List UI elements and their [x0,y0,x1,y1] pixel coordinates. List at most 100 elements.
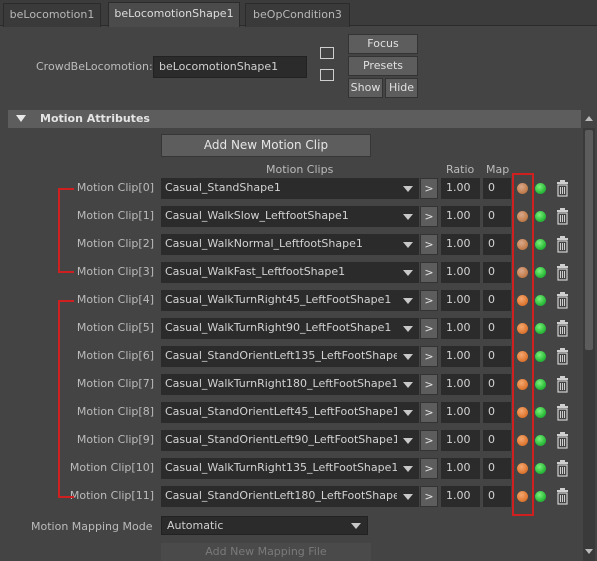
ratio-field[interactable]: 1.00 [441,402,480,423]
scroll-up-arrow[interactable] [583,112,595,126]
map-field[interactable]: 0 [483,206,511,227]
ratio-field[interactable]: 1.00 [441,178,480,199]
map-field[interactable]: 0 [483,374,511,395]
trash-icon[interactable] [556,404,569,421]
trash-icon[interactable] [556,488,569,505]
clip-dropdown-arrow[interactable] [397,234,419,255]
scrollbar-thumb[interactable] [585,130,593,350]
map-field[interactable]: 0 [483,178,511,199]
trash-icon[interactable] [556,236,569,253]
green-status-icon[interactable] [535,267,546,278]
collapse-triangle-icon[interactable] [16,115,26,122]
clip-open-button[interactable]: > [420,206,438,227]
clip-dropdown-arrow[interactable] [397,458,419,479]
green-status-icon[interactable] [535,407,546,418]
clip-select[interactable]: Casual_WalkTurnRight180_LeftFootShape1 [161,374,397,395]
focus-button[interactable]: Focus [348,34,418,54]
scroll-down-arrow[interactable] [583,545,595,559]
green-status-icon[interactable] [535,351,546,362]
clip-open-button[interactable]: > [420,234,438,255]
clip-dropdown-arrow[interactable] [397,402,419,423]
ratio-field[interactable]: 1.00 [441,234,480,255]
ratio-field[interactable]: 1.00 [441,262,480,283]
clip-select[interactable]: Casual_StandShape1 [161,178,397,199]
map-field[interactable]: 0 [483,430,511,451]
tab-belocomotion1[interactable]: beLocomotion1 [3,3,101,27]
green-status-icon[interactable] [535,211,546,222]
clip-select[interactable]: Casual_WalkNormal_LeftfootShape1 [161,234,397,255]
trash-icon[interactable] [556,180,569,197]
tab-belocomotionshape1[interactable]: beLocomotionShape1 [108,2,240,27]
presets-button[interactable]: Presets [348,56,418,76]
mapping-mode-select[interactable]: Automatic [161,516,368,535]
clip-select[interactable]: Casual_WalkFast_LeftfootShape1 [161,262,397,283]
clip-open-button[interactable]: > [420,262,438,283]
trash-icon[interactable] [556,432,569,449]
clip-open-button[interactable]: > [420,486,438,507]
green-status-icon[interactable] [535,323,546,334]
map-field[interactable]: 0 [483,402,511,423]
clip-dropdown-arrow[interactable] [397,290,419,311]
clip-open-button[interactable]: > [420,402,438,423]
trash-icon[interactable] [556,208,569,225]
show-button[interactable]: Show [348,78,383,98]
clip-dropdown-arrow[interactable] [397,206,419,227]
node-name-field[interactable]: beLocomotionShape1 [153,56,307,78]
clip-select[interactable]: Casual_WalkTurnRight135_LeftFootShape1 [161,458,397,479]
green-status-icon[interactable] [535,183,546,194]
ratio-field[interactable]: 1.00 [441,318,480,339]
clip-open-button[interactable]: > [420,178,438,199]
clip-dropdown-arrow[interactable] [397,486,419,507]
green-status-icon[interactable] [535,295,546,306]
trash-icon[interactable] [556,376,569,393]
clip-dropdown-arrow[interactable] [397,318,419,339]
trash-icon[interactable] [556,264,569,281]
map-field[interactable]: 0 [483,234,511,255]
clip-dropdown-arrow[interactable] [397,262,419,283]
green-status-icon[interactable] [535,435,546,446]
green-status-icon[interactable] [535,379,546,390]
clip-dropdown-arrow[interactable] [397,178,419,199]
map-field[interactable]: 0 [483,346,511,367]
clip-select[interactable]: Casual_WalkTurnRight90_LeftFootShape1 [161,318,397,339]
hide-button[interactable]: Hide [385,78,418,98]
add-mapping-file-button[interactable]: Add New Mapping File [161,543,371,561]
map-field[interactable]: 0 [483,486,511,507]
ratio-field[interactable]: 1.00 [441,206,480,227]
map-field[interactable]: 0 [483,458,511,479]
clip-dropdown-arrow[interactable] [397,374,419,395]
tab-beopcondition3[interactable]: beOpCondition3 [245,3,350,27]
green-status-icon[interactable] [535,463,546,474]
focus-out-icon[interactable] [320,69,334,81]
clip-select[interactable]: Casual_WalkTurnRight45_LeftFootShape1 [161,290,397,311]
clip-select[interactable]: Casual_StandOrientLeft135_LeftFootShape1 [161,346,397,367]
clip-open-button[interactable]: > [420,346,438,367]
ratio-field[interactable]: 1.00 [441,458,480,479]
focus-in-icon[interactable] [320,47,334,59]
green-status-icon[interactable] [535,239,546,250]
map-field[interactable]: 0 [483,318,511,339]
clip-open-button[interactable]: > [420,458,438,479]
clip-dropdown-arrow[interactable] [397,430,419,451]
clip-select[interactable]: Casual_WalkSlow_LeftfootShape1 [161,206,397,227]
clip-open-button[interactable]: > [420,318,438,339]
ratio-field[interactable]: 1.00 [441,290,480,311]
map-field[interactable]: 0 [483,290,511,311]
map-field[interactable]: 0 [483,262,511,283]
clip-select[interactable]: Casual_StandOrientLeft180_LeftFootShape1 [161,486,397,507]
trash-icon[interactable] [556,292,569,309]
trash-icon[interactable] [556,348,569,365]
clip-select[interactable]: Casual_StandOrientLeft90_LeftFootShape1 [161,430,397,451]
ratio-field[interactable]: 1.00 [441,346,480,367]
ratio-field[interactable]: 1.00 [441,430,480,451]
motion-attributes-header[interactable]: Motion Attributes [8,110,581,128]
ratio-field[interactable]: 1.00 [441,374,480,395]
clip-open-button[interactable]: > [420,290,438,311]
trash-icon[interactable] [556,460,569,477]
trash-icon[interactable] [556,320,569,337]
clip-open-button[interactable]: > [420,374,438,395]
clip-open-button[interactable]: > [420,430,438,451]
add-motion-clip-button[interactable]: Add New Motion Clip [161,134,371,157]
ratio-field[interactable]: 1.00 [441,486,480,507]
clip-dropdown-arrow[interactable] [397,346,419,367]
